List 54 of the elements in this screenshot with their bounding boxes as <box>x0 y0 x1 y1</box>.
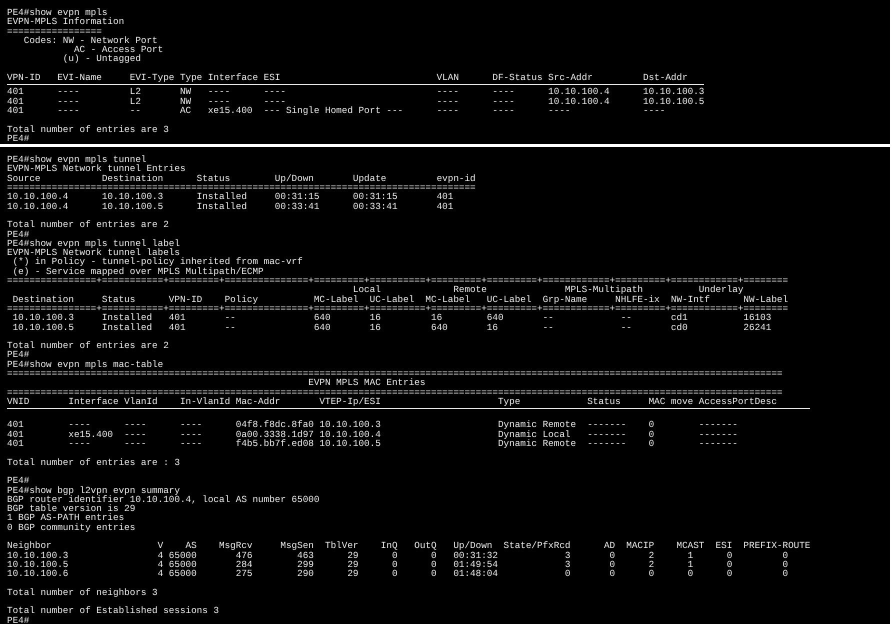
terminal-line: 0 BGP community entries <box>7 522 136 532</box>
terminal-line: 10.10.100.5 Installed 401 -- 640 16 640 16 -- -- cd0 26241 <box>12 322 772 332</box>
terminal-line: PE4#show bgp l2vpn evpn summary <box>7 486 180 495</box>
terminal-line: PE4#show evpn mpls tunnel label <box>7 238 181 248</box>
terminal-line: 401 ---- ---- ---- f4b5.bb7f.ed08 10.10.100.5 Dynamic Remote ------- 0 ------- <box>7 439 739 448</box>
terminal-line: AC - Access Port <box>74 45 164 54</box>
terminal-line: Codes: NW - Network Port <box>22 36 158 46</box>
terminal-line: 10.10.100.3 Installed 401 -- 640 16 16 640 -- -- cd1 16103 <box>12 313 772 322</box>
terminal-line: Total number of Established sessions 3 <box>7 606 220 616</box>
terminal-line: BGP router identifier 10.10.100.4, local AS number 65000 <box>7 494 320 504</box>
terminal-line: ================+===========+=========+===============+=========+==========+=========+=========+============+=========+============+======== <box>7 304 790 314</box>
terminal-line: 401 xe15.400 ---- ---- 0a00.3338.1d97 10.10.100.4 Dynamic Local ------- 0 ------- <box>7 430 739 440</box>
terminal-line: 401 ---- L2 NW ---- ---- ---- ---- 10.10.100.4 10.10.100.3 <box>7 87 704 97</box>
terminal-line: ==================================================================================== <box>7 183 477 192</box>
terminal-line: PE4# <box>7 230 30 239</box>
terminal-line: 1 BGP AS-PATH entries <box>7 513 124 523</box>
terminal-line: 10.10.100.6 4 65000 275 290 29 0 0 01:48:04 0 0 0 0 0 0 <box>7 569 790 579</box>
terminal-line: PE4#show evpn mpls tunnel <box>7 155 147 164</box>
terminal-line: 401 ---- -- AC xe15.400 --- Single Homed Port --- ---- ---- ---- ---- <box>7 106 666 116</box>
terminal-line: PE4# <box>7 350 30 360</box>
terminal-line: (u) - Untagged <box>62 54 142 64</box>
terminal-line: PE4# <box>7 476 30 486</box>
terminal-line: =========================================================================================================================================== <box>7 368 784 378</box>
terminal-line: (e) - Service mapped over MPLS Multipath/ECMP <box>12 266 265 276</box>
terminal-line: VPN-ID EVI-Name EVI-Type Type Interface ESI VLAN DF-Status Src-Addr Dst-Addr <box>7 73 689 82</box>
terminal-line: ================+===========+=========+===============+=========+==========+=========+=========+============+=========+============+======== <box>7 276 790 286</box>
terminal-line: Total number of neighbors 3 <box>7 588 159 598</box>
terminal-line: EVPN-MPLS Network tunnel labels <box>7 248 180 258</box>
terminal-line: Neighbor V AS MsgRcv MsgSen TblVer InQ OutQ Up/Down State/PfxRcd AD MACIP MCAST ESI PREFIX-ROUTE <box>7 541 810 551</box>
terminal-line: 10.10.100.4 10.10.100.3 Installed 00:31:15 00:31:15 401 <box>7 192 454 202</box>
terminal-line: BGP table version is 29 <box>7 504 136 514</box>
terminal-line: EVPN-MPLS Information <box>7 17 126 27</box>
terminal-line: 10.10.100.5 4 65000 284 299 29 0 0 01:49:54 3 0 2 1 0 0 <box>7 560 790 570</box>
terminal-line: ================= <box>7 26 102 36</box>
terminal-line: PE4# <box>7 616 30 624</box>
terminal-line: Total number of entries are : 3 <box>7 458 181 467</box>
terminal-line: VNID Interface VlanId In-VlanId Mac-Addr VTEP-Ip/ESI Type Status MAC move AccessPortDesc <box>7 396 778 406</box>
terminal-line: Total number of entries are 3 <box>7 124 170 134</box>
terminal-line: PE4#show evpn mpls <box>7 8 108 18</box>
terminal-line: EVPN-MPLS Network tunnel Entries <box>7 164 187 174</box>
terminal-line: Total number of entries are 2 <box>7 341 170 350</box>
terminal-line: 10.10.100.4 10.10.100.5 Installed 00:33:41 00:33:41 401 <box>7 202 454 211</box>
terminal-line: Local Remote MPLS-Multipath Underlay <box>352 285 744 295</box>
terminal-line: PE4#show evpn mpls mac-table <box>7 360 164 369</box>
terminal-line: Source Destination Status Up/Down Update evpn-id <box>7 174 477 184</box>
terminal-line: EVPN MPLS MAC Entries <box>307 378 426 388</box>
terminal-line: =========================================================================================================================================== <box>7 388 784 397</box>
terminal-line: Total number of entries are 2 <box>7 220 170 230</box>
terminal-line: 10.10.100.3 4 65000 476 463 29 0 0 00:31:32 3 0 2 1 0 0 <box>7 550 790 560</box>
terminal-line: (*) in Policy - tunnel-policy inherited from mac-vrf <box>12 257 304 267</box>
terminal-line: 401 ---- L2 NW ---- ---- ---- ---- 10.10.100.4 10.10.100.5 <box>7 96 704 106</box>
terminal-line: 401 ---- ---- ---- 04f8.f8dc.8fa0 10.10.100.3 Dynamic Remote ------- 0 ------- <box>7 420 739 430</box>
terminal-line: Destination Status VPN-ID Policy MC-Label UC-Label MC-Label UC-Label Grp-Name NHLFE-ix NW-Intf NW-Label <box>12 294 790 304</box>
terminal-line: PE4# <box>7 134 30 144</box>
